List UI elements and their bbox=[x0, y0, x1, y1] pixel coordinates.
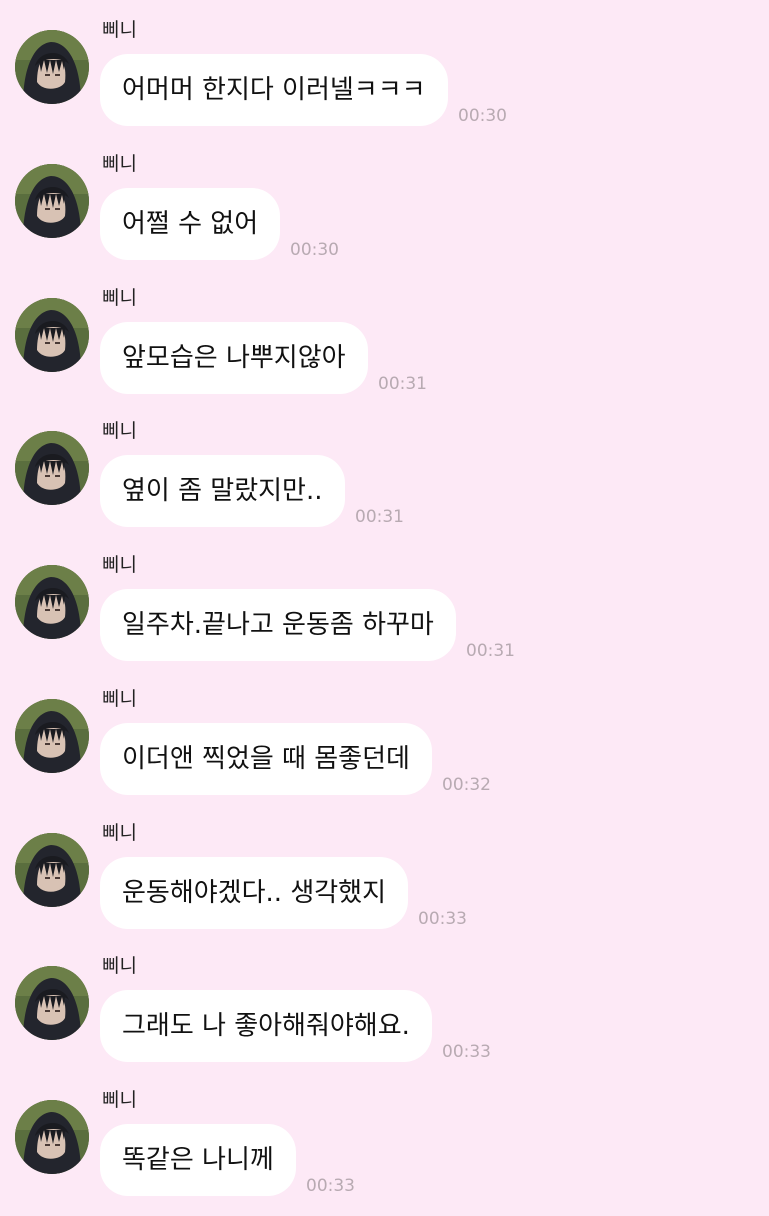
message-row: 삐니 운동해야겠다.. 생각했지 00:33 bbox=[0, 815, 769, 949]
person-hood-icon bbox=[15, 30, 89, 104]
message-row: 삐니 일주차.끝나고 운동좀 하꾸마 00:31 bbox=[0, 547, 769, 681]
sender-name: 삐니 bbox=[102, 287, 137, 309]
message-timestamp: 00:32 bbox=[442, 775, 491, 795]
sender-name: 삐니 bbox=[102, 19, 137, 41]
message-row: 삐니 그래도 나 좋아해줘야해요. 00:33 bbox=[0, 948, 769, 1082]
sender-name: 삐니 bbox=[102, 822, 137, 844]
person-hood-icon bbox=[15, 164, 89, 238]
sender-avatar[interactable] bbox=[15, 431, 89, 505]
sender-avatar[interactable] bbox=[15, 298, 89, 372]
message-bubble[interactable]: 운동해야겠다.. 생각했지 bbox=[100, 857, 408, 929]
sender-name: 삐니 bbox=[102, 1089, 137, 1111]
message-timestamp: 00:30 bbox=[290, 240, 339, 260]
sender-name: 삐니 bbox=[102, 153, 137, 175]
sender-avatar[interactable] bbox=[15, 966, 89, 1040]
person-hood-icon bbox=[15, 565, 89, 639]
message-timestamp: 00:33 bbox=[306, 1176, 355, 1196]
message-bubble[interactable]: 앞모습은 나뿌지않아 bbox=[100, 322, 368, 394]
sender-avatar[interactable] bbox=[15, 833, 89, 907]
message-row: 삐니 똑같은 나니께 00:33 bbox=[0, 1082, 769, 1216]
message-row: 삐니 앞모습은 나뿌지않아 00:31 bbox=[0, 280, 769, 414]
message-timestamp: 00:31 bbox=[378, 374, 427, 394]
sender-name: 삐니 bbox=[102, 955, 137, 977]
message-bubble[interactable]: 어머머 한지다 이러넬ㅋㅋㅋ bbox=[100, 54, 448, 126]
person-hood-icon bbox=[15, 699, 89, 773]
person-hood-icon bbox=[15, 833, 89, 907]
sender-name: 삐니 bbox=[102, 420, 137, 442]
message-timestamp: 00:33 bbox=[418, 909, 467, 929]
message-bubble[interactable]: 어쩔 수 없어 bbox=[100, 188, 281, 260]
message-row: 삐니 어쩔 수 없어 00:30 bbox=[0, 146, 769, 280]
chat-message-list: 삐니 어머머 한지다 이러넬ㅋㅋㅋ 00:30 삐니 어쩔 수 없어 00:30… bbox=[0, 0, 769, 1200]
message-timestamp: 00:31 bbox=[355, 507, 404, 527]
message-timestamp: 00:31 bbox=[466, 641, 515, 661]
message-row: 삐니 이더앤 찍었을 때 몸좋던데 00:32 bbox=[0, 681, 769, 815]
message-timestamp: 00:33 bbox=[442, 1042, 491, 1062]
sender-avatar[interactable] bbox=[15, 1100, 89, 1174]
message-bubble[interactable]: 이더앤 찍었을 때 몸좋던데 bbox=[100, 723, 432, 795]
message-row: 삐니 어머머 한지다 이러넬ㅋㅋㅋ 00:30 bbox=[0, 12, 769, 146]
sender-avatar[interactable] bbox=[15, 30, 89, 104]
sender-name: 삐니 bbox=[102, 688, 137, 710]
person-hood-icon bbox=[15, 431, 89, 505]
message-bubble[interactable]: 그래도 나 좋아해줘야해요. bbox=[100, 990, 432, 1062]
sender-name: 삐니 bbox=[102, 554, 137, 576]
message-row: 삐니 옆이 좀 말랐지만.. 00:31 bbox=[0, 413, 769, 547]
sender-avatar[interactable] bbox=[15, 565, 89, 639]
message-timestamp: 00:30 bbox=[458, 106, 507, 126]
message-bubble[interactable]: 일주차.끝나고 운동좀 하꾸마 bbox=[100, 589, 456, 661]
message-bubble[interactable]: 옆이 좀 말랐지만.. bbox=[100, 455, 345, 527]
sender-avatar[interactable] bbox=[15, 164, 89, 238]
sender-avatar[interactable] bbox=[15, 699, 89, 773]
person-hood-icon bbox=[15, 298, 89, 372]
person-hood-icon bbox=[15, 1100, 89, 1174]
message-bubble[interactable]: 똑같은 나니께 bbox=[100, 1124, 296, 1196]
person-hood-icon bbox=[15, 966, 89, 1040]
